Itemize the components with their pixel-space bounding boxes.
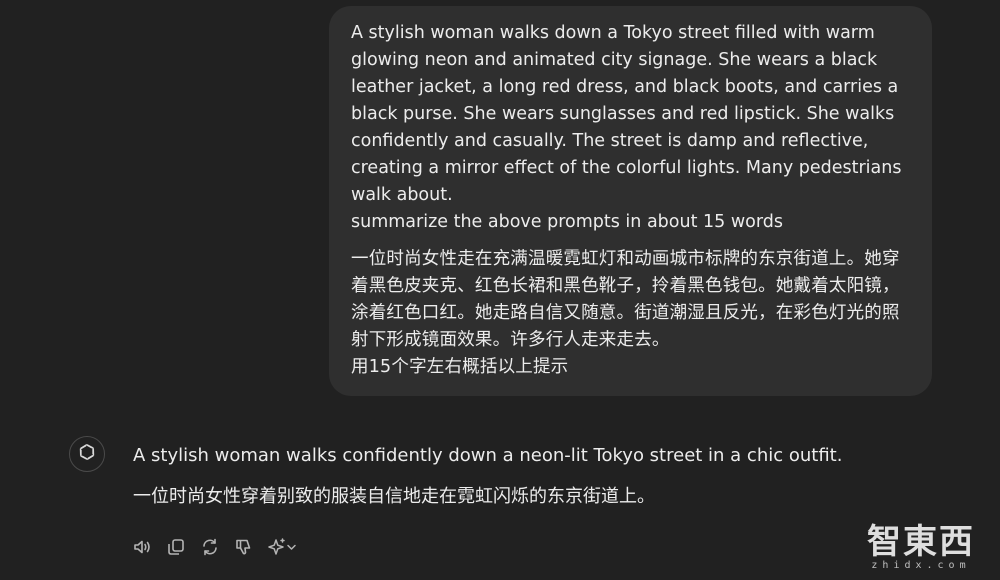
user-prompt-english: A stylish woman walks down a Tokyo stree… bbox=[351, 23, 902, 232]
user-message-bubble: A stylish woman walks down a Tokyo stree… bbox=[329, 6, 932, 396]
watermark-logo: 智東西 bbox=[867, 522, 975, 562]
openai-logo-icon bbox=[76, 441, 98, 467]
assistant-avatar bbox=[69, 436, 105, 472]
zhidx-watermark: 智東西 zhidx.com bbox=[862, 524, 980, 574]
thumbs-down-button[interactable] bbox=[232, 535, 256, 559]
read-aloud-button[interactable] bbox=[130, 535, 154, 559]
change-model-icon bbox=[267, 537, 299, 557]
chat-page: A stylish woman walks down a Tokyo stree… bbox=[0, 0, 1000, 580]
regenerate-icon bbox=[200, 537, 220, 557]
copy-icon bbox=[166, 537, 186, 557]
read-aloud-icon bbox=[132, 537, 152, 557]
regenerate-button[interactable] bbox=[198, 535, 222, 559]
thumbs-down-icon bbox=[234, 537, 254, 557]
message-actions bbox=[130, 535, 300, 559]
assistant-reply-english: A stylish woman walks confidently down a… bbox=[133, 445, 843, 466]
watermark-subtext: zhidx.com bbox=[871, 560, 971, 571]
change-model-button[interactable] bbox=[266, 535, 300, 559]
copy-button[interactable] bbox=[164, 535, 188, 559]
assistant-reply-chinese: 一位时尚女性穿着别致的服装自信地走在霓虹闪烁的东京街道上。 bbox=[133, 486, 655, 507]
user-prompt-chinese: 一位时尚女性走在充满温暖霓虹灯和动画城市标牌的东京街道上。她穿 着黑色皮夹克、红… bbox=[351, 249, 900, 377]
